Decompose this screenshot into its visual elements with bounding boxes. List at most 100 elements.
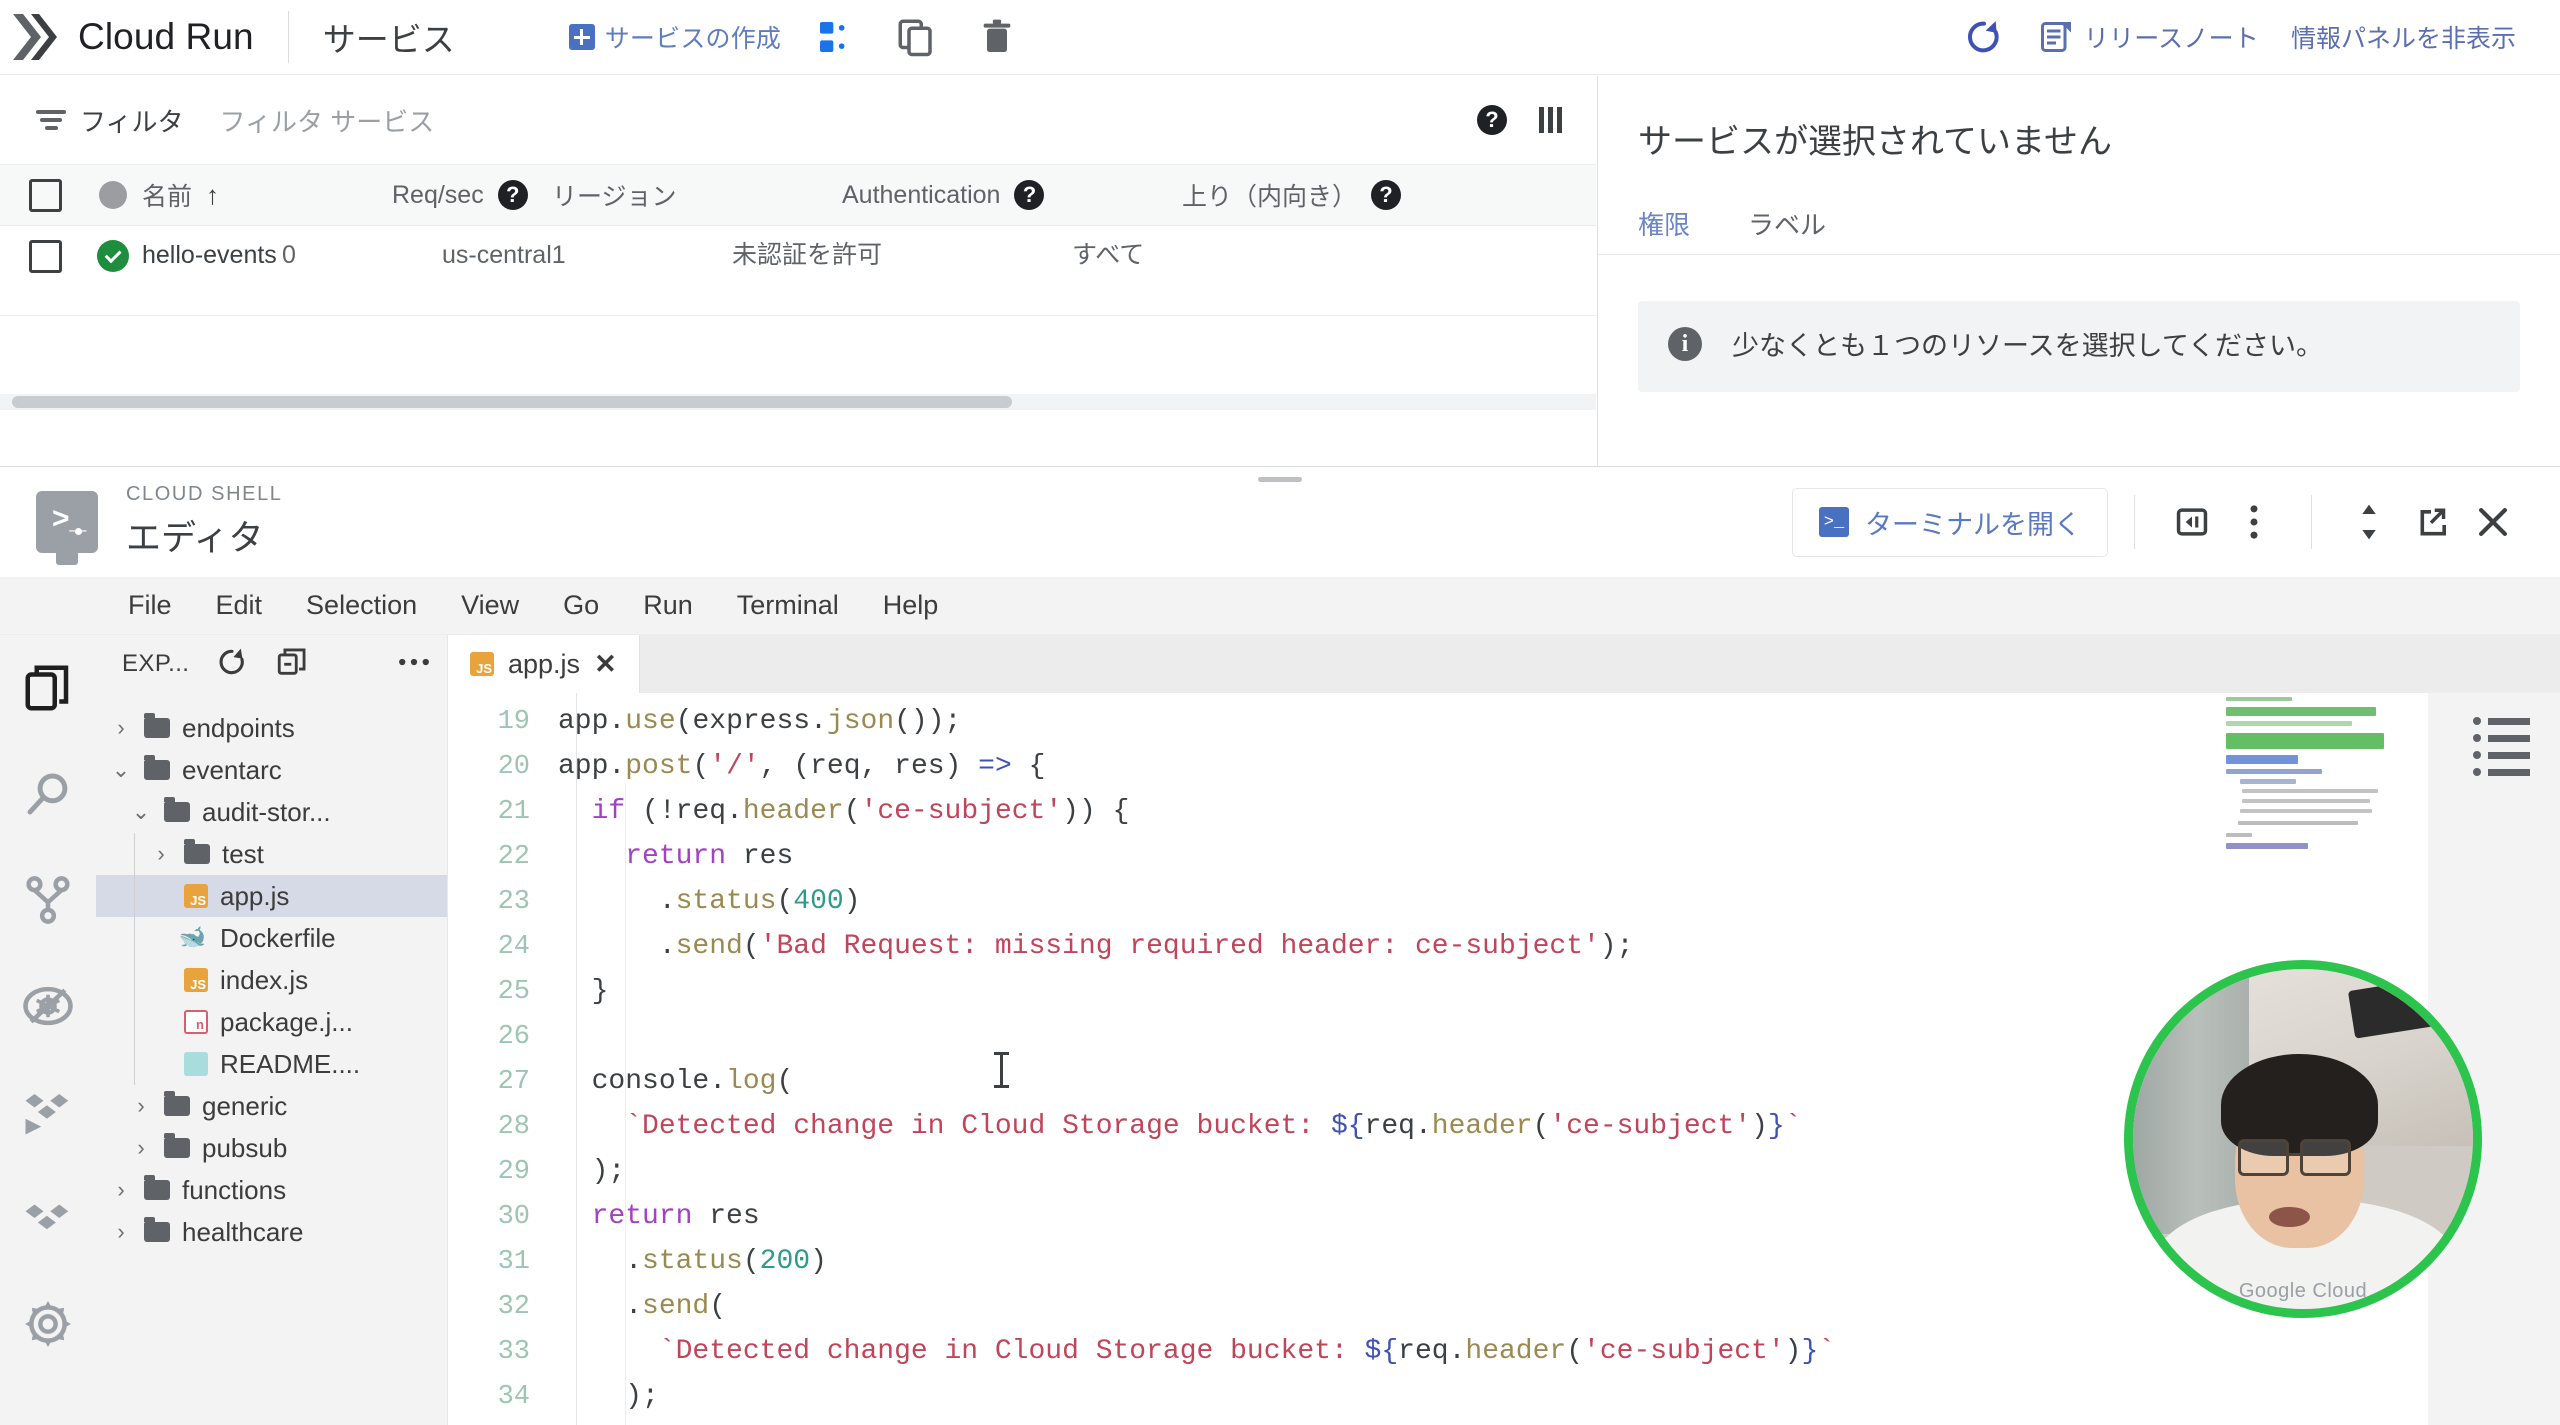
- code-text[interactable]: return res: [558, 841, 793, 872]
- code-text[interactable]: if (!req.header('ce-subject')) {: [558, 796, 1130, 827]
- release-notes-button[interactable]: リリースノート: [2024, 13, 2273, 61]
- filter-input[interactable]: フィルタ サービス: [219, 102, 434, 139]
- column-header-region[interactable]: リージョン: [552, 177, 842, 213]
- column-header-ingress[interactable]: 上り（内向き） ?: [1182, 177, 1482, 213]
- info-icon: i: [1668, 327, 1702, 361]
- tree-item-label: test: [222, 838, 264, 869]
- line-number: 27: [497, 1066, 530, 1097]
- editor-tab-strip: JS app.js ✕: [448, 635, 2560, 693]
- code-text[interactable]: app.use(express.json());: [558, 706, 961, 737]
- tree-item-dockerfile[interactable]: › 🐋 Dockerfile: [96, 917, 447, 959]
- open-new-window-button[interactable]: [2400, 491, 2462, 553]
- menu-go[interactable]: Go: [563, 590, 599, 621]
- tree-indent-guide: [134, 1001, 135, 1043]
- code-text[interactable]: .status(200): [558, 1246, 827, 1277]
- line-number: 31: [497, 1246, 530, 1277]
- reqsec-help-icon[interactable]: ?: [497, 180, 528, 210]
- code-text[interactable]: }: [558, 976, 609, 1007]
- tree-item-pubsub[interactable]: › pubsub: [96, 1127, 447, 1169]
- tree-item-label: Dockerfile: [220, 922, 336, 953]
- tree-item-readme[interactable]: › README....: [96, 1043, 447, 1085]
- explorer-collapse-all-button[interactable]: [275, 645, 309, 684]
- code-text[interactable]: console.log(: [558, 1066, 794, 1097]
- terminal-icon: >_: [1819, 507, 1849, 537]
- tree-item-generic[interactable]: › generic: [96, 1085, 447, 1127]
- table-horizontal-scrollbar[interactable]: [12, 396, 1012, 408]
- activity-settings-button[interactable]: [0, 1271, 96, 1377]
- panel-resize-handle[interactable]: [1258, 477, 1302, 482]
- delete-button[interactable]: [957, 8, 1037, 66]
- manage-columns-button[interactable]: [795, 9, 875, 65]
- code-text[interactable]: );: [558, 1381, 659, 1412]
- activity-cloud-code-button[interactable]: [0, 1165, 96, 1271]
- explorer-more-actions-button[interactable]: [397, 655, 431, 674]
- tree-item-app-js[interactable]: › JS app.js: [96, 875, 447, 917]
- close-tab-icon[interactable]: ✕: [594, 649, 617, 680]
- activity-explorer-button[interactable]: [0, 635, 96, 741]
- tree-item-audit-storage[interactable]: ⌄ audit-stor...: [96, 791, 447, 833]
- more-options-button[interactable]: [2223, 491, 2285, 553]
- tab-permissions[interactable]: 権限: [1638, 205, 1690, 254]
- code-text[interactable]: app.post('/', (req, res) => {: [558, 751, 1045, 782]
- expand-collapse-button[interactable]: [2338, 491, 2400, 553]
- column-settings-icon[interactable]: [1539, 107, 1562, 133]
- tab-app-js[interactable]: JS app.js ✕: [448, 635, 640, 693]
- menu-help[interactable]: Help: [883, 590, 939, 621]
- select-all-checkbox[interactable]: [0, 178, 84, 212]
- menu-file[interactable]: File: [128, 590, 172, 621]
- delete-icon: [983, 19, 1011, 52]
- copy-button[interactable]: [875, 8, 957, 66]
- tree-item-index-js[interactable]: › JS index.js: [96, 959, 447, 1001]
- create-service-button[interactable]: サービスの作成: [555, 13, 795, 61]
- code-text[interactable]: .send('Bad Request: missing required hea…: [558, 931, 1634, 962]
- column-header-reqsec[interactable]: Req/sec ?: [392, 180, 552, 210]
- tree-item-test[interactable]: › test: [96, 833, 447, 875]
- ingress-help-icon[interactable]: ?: [1371, 180, 1402, 210]
- activity-search-button[interactable]: [0, 741, 96, 847]
- table-row[interactable]: hello-events 0 us-central1 未認証を許可 すべて: [0, 226, 1596, 316]
- code-text[interactable]: .send(: [558, 1291, 726, 1322]
- column-header-name[interactable]: 名前 ↑: [142, 177, 392, 213]
- column-header-authentication-label: Authentication: [842, 180, 1001, 209]
- activity-source-control-button[interactable]: [0, 847, 96, 953]
- explorer-sidebar: EXP... › endpoints ⌄ eventarc ⌄ audit-st…: [96, 635, 448, 1425]
- code-text[interactable]: return res: [558, 1201, 760, 1232]
- code-text[interactable]: `Detected change in Cloud Storage bucket…: [558, 1336, 1835, 1367]
- row-checkbox[interactable]: [0, 240, 84, 273]
- outline-icon[interactable]: [2473, 717, 2530, 776]
- tree-item-label: audit-stor...: [202, 796, 331, 827]
- explorer-refresh-button[interactable]: [215, 645, 249, 684]
- column-header-authentication[interactable]: Authentication ?: [842, 180, 1182, 210]
- row-service-name[interactable]: hello-events: [142, 240, 282, 271]
- folder-icon: [144, 1217, 170, 1242]
- tree-item-functions[interactable]: › functions: [96, 1169, 447, 1211]
- menu-selection[interactable]: Selection: [306, 590, 417, 621]
- open-terminal-button[interactable]: >_ ターミナルを開く: [1792, 487, 2108, 557]
- code-text[interactable]: .status(400): [558, 886, 861, 917]
- code-text[interactable]: `Detected change in Cloud Storage bucket…: [558, 1111, 1801, 1142]
- menu-run[interactable]: Run: [643, 590, 693, 621]
- tree-item-healthcare[interactable]: › healthcare: [96, 1211, 447, 1253]
- code-text[interactable]: );: [558, 1156, 626, 1187]
- activity-extensions-button[interactable]: [0, 1059, 96, 1165]
- tree-item-package-json[interactable]: › n package.j...: [96, 1001, 447, 1043]
- refresh-button[interactable]: [1944, 9, 2024, 65]
- tree-item-eventarc[interactable]: ⌄ eventarc: [96, 749, 447, 791]
- menu-terminal[interactable]: Terminal: [737, 590, 839, 621]
- copy-icon: [898, 19, 932, 57]
- webcam-glasses-bridge: [2289, 1152, 2303, 1156]
- tree-item-label: index.js: [220, 964, 309, 995]
- menu-edit[interactable]: Edit: [216, 590, 263, 621]
- line-number: 19: [497, 706, 530, 737]
- tree-item-label: pubsub: [202, 1132, 288, 1163]
- tree-item-endpoints[interactable]: › endpoints: [96, 707, 447, 749]
- web-preview-button[interactable]: [2161, 491, 2223, 553]
- close-shell-button[interactable]: [2462, 491, 2524, 553]
- check-circle-icon: [97, 240, 129, 272]
- hide-info-panel-button[interactable]: 情報パネルを非表示: [2273, 13, 2534, 61]
- help-icon[interactable]: ?: [1477, 105, 1507, 135]
- menu-view[interactable]: View: [461, 590, 519, 621]
- activity-run-debug-button[interactable]: [0, 953, 96, 1059]
- tab-labels[interactable]: ラベル: [1748, 205, 1826, 254]
- authentication-help-icon[interactable]: ?: [1014, 180, 1045, 210]
